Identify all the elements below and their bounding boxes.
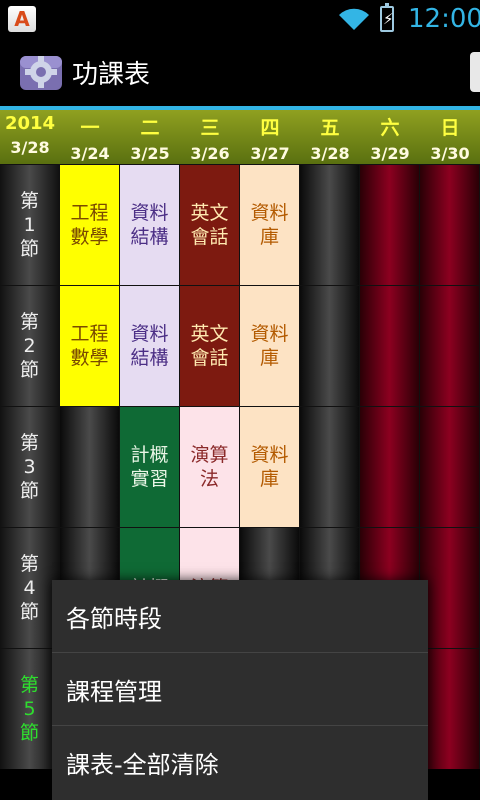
action-bar: 功課表 — [0, 38, 480, 106]
course-cell[interactable]: 工程 數學 — [60, 286, 120, 406]
course-cell[interactable]: 演算 法 — [180, 407, 240, 527]
gear-app-icon[interactable] — [18, 48, 64, 94]
day-date: 3/30 — [430, 144, 470, 163]
empty-cell[interactable] — [60, 407, 120, 527]
day-label: 一 — [80, 117, 100, 139]
course-cell[interactable]: 資料 結構 — [120, 165, 180, 285]
day-date: 3/29 — [370, 144, 410, 163]
day-header-mon[interactable]: 一 3/24 — [60, 110, 120, 164]
day-header-sat[interactable]: 六 3/29 — [360, 110, 420, 164]
empty-cell[interactable] — [420, 649, 480, 769]
course-cell[interactable]: 資料 庫 — [240, 286, 300, 406]
status-bar: A ⚡ 12:00 — [0, 0, 480, 38]
period-label-4[interactable]: 第4節 — [0, 528, 60, 648]
day-label: 四 — [260, 117, 280, 139]
status-clock: 12:00 — [408, 4, 480, 34]
period-label-1[interactable]: 第1節 — [0, 165, 60, 285]
wifi-icon — [339, 8, 369, 31]
day-date: 3/26 — [190, 144, 230, 163]
course-cell[interactable]: 資料 庫 — [240, 165, 300, 285]
empty-cell[interactable] — [300, 165, 360, 285]
empty-cell[interactable] — [420, 407, 480, 527]
period-row-2: 第2節 工程 數學 資料 結構 英文 會話 資料 庫 — [0, 285, 480, 406]
day-label: 三 — [200, 117, 220, 139]
day-header-fri[interactable]: 五 3/28 — [300, 110, 360, 164]
course-cell[interactable]: 資料 結構 — [120, 286, 180, 406]
day-header-wed[interactable]: 三 3/26 — [180, 110, 240, 164]
menu-item-clear-all[interactable]: 課表-全部清除 — [52, 726, 428, 799]
empty-cell[interactable] — [420, 528, 480, 648]
day-label: 日 — [440, 117, 460, 139]
menu-item-period-times[interactable]: 各節時段 — [52, 580, 428, 653]
empty-cell[interactable] — [420, 165, 480, 285]
year-label: 2014 — [4, 113, 56, 134]
course-cell[interactable]: 工程 數學 — [60, 165, 120, 285]
day-label: 五 — [320, 117, 340, 139]
day-label: 二 — [140, 117, 160, 139]
period-label-2[interactable]: 第2節 — [0, 286, 60, 406]
battery-charging-icon: ⚡ — [380, 3, 394, 32]
course-cell[interactable]: 英文 會話 — [180, 286, 240, 406]
period-row-3: 第3節 計概 實習 演算 法 資料 庫 — [0, 406, 480, 527]
period-row-1: 第1節 工程 數學 資料 結構 英文 會話 資料 庫 — [0, 164, 480, 285]
empty-cell[interactable] — [360, 286, 420, 406]
day-date: 3/24 — [70, 144, 110, 163]
empty-cell[interactable] — [300, 407, 360, 527]
day-date: 3/28 — [310, 144, 350, 163]
overflow-handle[interactable] — [470, 52, 480, 92]
year-header: 2014 3/28 — [0, 110, 60, 164]
day-header-tue[interactable]: 二 3/25 — [120, 110, 180, 164]
empty-cell[interactable] — [360, 165, 420, 285]
period-label-3[interactable]: 第3節 — [0, 407, 60, 527]
course-cell[interactable]: 計概 實習 — [120, 407, 180, 527]
day-header-thu[interactable]: 四 3/27 — [240, 110, 300, 164]
day-label: 六 — [380, 117, 400, 139]
page-title: 功課表 — [72, 60, 151, 90]
day-date: 3/25 — [130, 144, 170, 163]
day-date: 3/27 — [250, 144, 290, 163]
empty-cell[interactable] — [360, 407, 420, 527]
day-header-sun[interactable]: 日 3/30 — [420, 110, 480, 164]
course-cell[interactable]: 資料 庫 — [240, 407, 300, 527]
empty-cell[interactable] — [420, 286, 480, 406]
notification-app-icon: A — [8, 6, 36, 32]
menu-item-course-management[interactable]: 課程管理 — [52, 653, 428, 726]
today-date: 3/28 — [10, 138, 50, 157]
period-label-5[interactable]: 第5節 — [0, 649, 60, 769]
day-header-row: 2014 3/28 一 3/24 二 3/25 三 3/26 四 3/27 五 … — [0, 110, 480, 164]
course-cell[interactable]: 英文 會話 — [180, 165, 240, 285]
empty-cell[interactable] — [300, 286, 360, 406]
options-menu: 各節時段 課程管理 課表-全部清除 — [52, 580, 428, 800]
